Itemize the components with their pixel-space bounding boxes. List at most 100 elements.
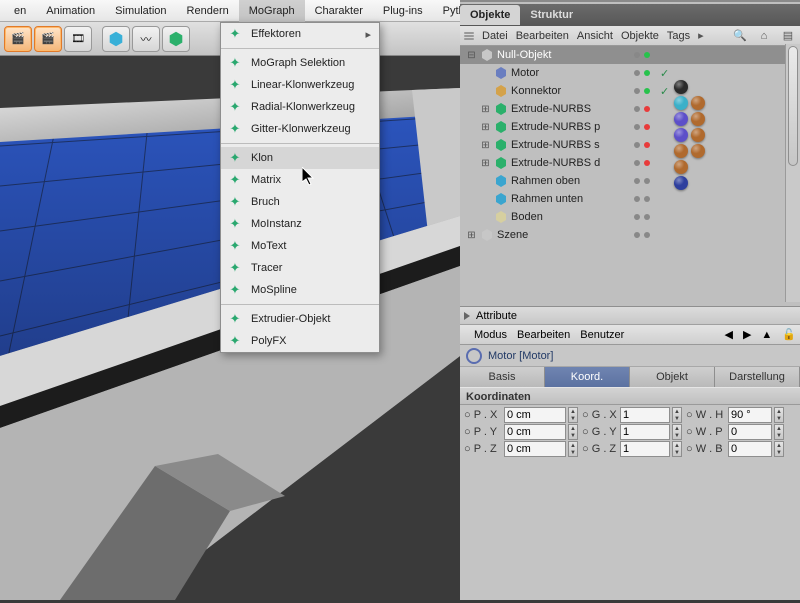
visibility-dots[interactable] — [632, 103, 652, 115]
home-icon[interactable]: ⌂ — [756, 28, 772, 44]
visibility-dots[interactable] — [632, 193, 652, 205]
toolbar-btn-render[interactable]: 🎞 — [64, 26, 92, 52]
material-tag[interactable] — [674, 160, 688, 174]
objects-tab-struktur[interactable]: Struktur — [520, 5, 583, 25]
tree-row[interactable]: ⊞Extrude-NURBS — [460, 100, 800, 118]
spinner[interactable]: ▲▼ — [774, 441, 784, 457]
scrollbar-thumb[interactable] — [788, 46, 798, 166]
enable-check-icon[interactable]: ✓ — [660, 67, 669, 80]
tree-row[interactable]: Konnektor✓ — [460, 82, 800, 100]
spinner[interactable]: ▲▼ — [774, 424, 784, 440]
mograph-item-mospline[interactable]: ✦MoSpline — [221, 279, 379, 301]
menu-rendern[interactable]: Rendern — [177, 0, 239, 22]
mograph-item-motext[interactable]: ✦MoText — [221, 235, 379, 257]
menu-mograph[interactable]: MoGraph — [239, 0, 305, 22]
material-tag[interactable] — [674, 144, 688, 158]
material-tag[interactable] — [691, 96, 705, 110]
spinner[interactable]: ▲▼ — [672, 424, 682, 440]
visibility-dots[interactable] — [632, 49, 652, 61]
mograph-item-linear-klonwerkzeug[interactable]: ✦Linear-Klonwerkzeug — [221, 74, 379, 96]
expand-icon[interactable]: ⊞ — [480, 122, 491, 133]
mograph-item-radial-klonwerkzeug[interactable]: ✦Radial-Klonwerkzeug — [221, 96, 379, 118]
attr-menu-benutzer[interactable]: Benutzer — [580, 329, 624, 341]
visibility-dots[interactable] — [632, 157, 652, 169]
nav-fwd-icon[interactable]: ▶ — [743, 328, 751, 341]
coord-w-input[interactable] — [728, 407, 772, 423]
coord-p-input[interactable] — [504, 441, 566, 457]
coord-w-input[interactable] — [728, 424, 772, 440]
expand-icon[interactable]: ⊞ — [480, 104, 491, 115]
mograph-item-moinstanz[interactable]: ✦MoInstanz — [221, 213, 379, 235]
mograph-item-bruch[interactable]: ✦Bruch — [221, 191, 379, 213]
expand-icon[interactable]: ⊞ — [480, 158, 491, 169]
menu-en[interactable]: en — [4, 0, 36, 22]
menu-simulation[interactable]: Simulation — [105, 0, 176, 22]
nav-up-icon[interactable]: ▲ — [761, 329, 772, 341]
lock-icon[interactable]: 🔓 — [782, 328, 796, 341]
material-tag[interactable] — [674, 80, 688, 94]
visibility-dots[interactable] — [632, 175, 652, 187]
expand-icon[interactable]: ⊟ — [466, 50, 477, 61]
attr-tab-koord[interactable]: Koord. — [545, 367, 630, 387]
tree-row[interactable]: Motor✓ — [460, 64, 800, 82]
material-tag[interactable] — [674, 96, 688, 110]
mograph-item-klon[interactable]: ✦Klon — [221, 147, 379, 169]
mograph-item-extrudier-objekt[interactable]: ✦Extrudier-Objekt — [221, 308, 379, 330]
toolbar-btn-clapboard-2[interactable]: 🎬 — [34, 26, 62, 52]
search-icon[interactable]: 🔍 — [732, 28, 748, 44]
spinner[interactable]: ▲▼ — [672, 441, 682, 457]
expand-icon[interactable]: ⊞ — [466, 230, 477, 241]
attr-menu-bearbeiten[interactable]: Bearbeiten — [517, 329, 570, 341]
material-tag[interactable] — [674, 112, 688, 126]
tree-row[interactable]: ⊞Extrude-NURBS s — [460, 136, 800, 154]
coord-g-input[interactable] — [620, 407, 670, 423]
attr-tab-basis[interactable]: Basis — [460, 367, 545, 387]
tree-row[interactable]: ⊞Extrude-NURBS p — [460, 118, 800, 136]
attr-menu-modus[interactable]: Modus — [474, 329, 507, 341]
tree-row[interactable]: Rahmen unten — [460, 190, 800, 208]
attr-tab-darstellung[interactable]: Darstellung — [715, 367, 800, 387]
menu-animation[interactable]: Animation — [36, 0, 105, 22]
spinner[interactable]: ▲▼ — [568, 407, 578, 423]
coord-g-input[interactable] — [620, 424, 670, 440]
mograph-item-matrix[interactable]: ✦Matrix — [221, 169, 379, 191]
material-tag[interactable] — [691, 128, 705, 142]
toolbar-btn-nurbs[interactable] — [162, 26, 190, 52]
spinner[interactable]: ▲▼ — [568, 424, 578, 440]
object-tree[interactable]: ⊟Null-ObjektMotor✓Konnektor✓⊞Extrude-NUR… — [460, 46, 800, 306]
mograph-item-mograph-selektion[interactable]: ✦MoGraph Selektion — [221, 52, 379, 74]
visibility-dots[interactable] — [632, 67, 652, 79]
objects-menu-objekte[interactable]: Objekte — [621, 30, 659, 42]
coord-p-input[interactable] — [504, 424, 566, 440]
attr-tab-objekt[interactable]: Objekt — [630, 367, 715, 387]
tree-row[interactable]: Boden — [460, 208, 800, 226]
spinner[interactable]: ▲▼ — [672, 407, 682, 423]
tree-row[interactable]: ⊟Null-Objekt — [460, 46, 800, 64]
toolbar-btn-arc[interactable]: 〰 — [132, 26, 160, 52]
objects-scrollbar[interactable] — [785, 44, 800, 302]
menu-charakter[interactable]: Charakter — [305, 0, 373, 22]
mograph-item-polyfx[interactable]: ✦PolyFX — [221, 330, 379, 352]
menu-plug-ins[interactable]: Plug-ins — [373, 0, 433, 22]
visibility-dots[interactable] — [632, 229, 652, 241]
objects-menu-datei[interactable]: Datei — [482, 30, 508, 42]
spinner[interactable]: ▲▼ — [774, 407, 784, 423]
mograph-item-tracer[interactable]: ✦Tracer — [221, 257, 379, 279]
visibility-dots[interactable] — [632, 211, 652, 223]
objects-tab-objekte[interactable]: Objekte — [460, 5, 520, 25]
visibility-dots[interactable] — [632, 121, 652, 133]
mograph-item-effektoren[interactable]: ✦Effektoren▸ — [221, 23, 379, 45]
layers-icon[interactable]: ▤ — [780, 28, 796, 44]
tree-row[interactable]: Rahmen oben — [460, 172, 800, 190]
objects-menu-bearbeiten[interactable]: Bearbeiten — [516, 30, 569, 42]
coord-g-input[interactable] — [620, 441, 670, 457]
nav-back-icon[interactable]: ◀ — [724, 328, 732, 341]
objects-menu-ansicht[interactable]: Ansicht — [577, 30, 613, 42]
toolbar-btn-cube[interactable] — [102, 26, 130, 52]
mograph-item-gitter-klonwerkzeug[interactable]: ✦Gitter-Klonwerkzeug — [221, 118, 379, 140]
tree-row[interactable]: ⊞Szene — [460, 226, 800, 244]
attributes-header[interactable]: Attribute — [460, 307, 800, 325]
material-tag[interactable] — [674, 128, 688, 142]
coord-p-input[interactable] — [504, 407, 566, 423]
tree-row[interactable]: ⊞Extrude-NURBS d — [460, 154, 800, 172]
